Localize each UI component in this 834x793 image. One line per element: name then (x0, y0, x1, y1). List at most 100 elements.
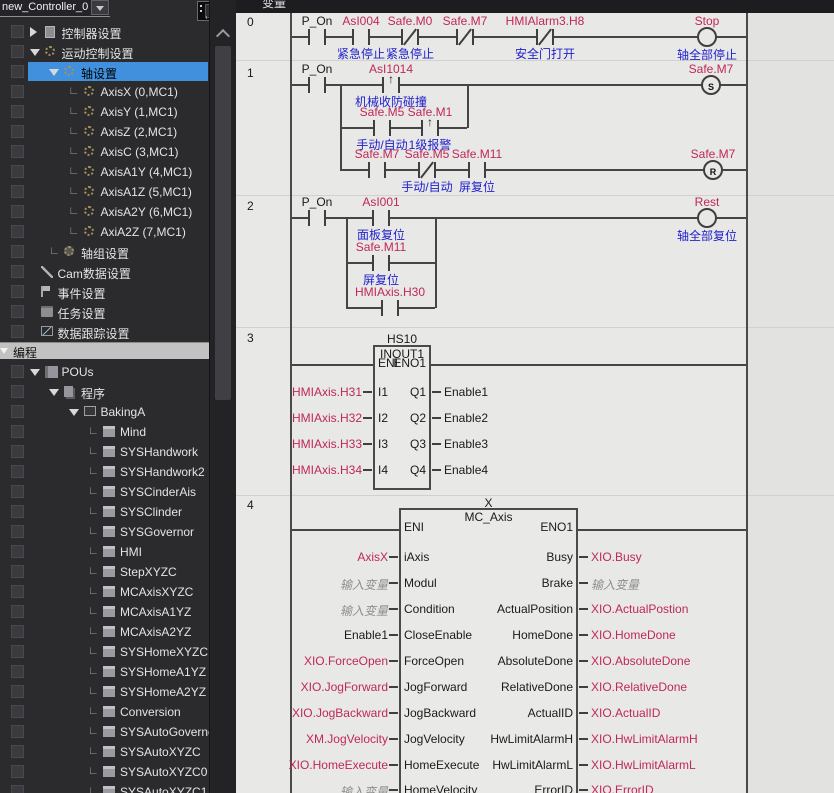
coil-variable-label[interactable]: Rest (695, 195, 720, 209)
tree-item-checkbox[interactable] (11, 285, 24, 298)
contact-variable-label[interactable]: Safe.M11 (452, 147, 502, 161)
tree-item-label[interactable]: MCAxisXYZC (120, 585, 193, 599)
tree-item-label[interactable]: BakingA (101, 405, 146, 419)
tree-item-checkbox[interactable] (11, 25, 24, 38)
tree-item-checkbox[interactable] (11, 385, 24, 398)
contact-variable-label[interactable]: P_On (302, 195, 333, 209)
tree-item-checkbox[interactable] (11, 45, 24, 58)
tree-item-label[interactable]: AxisA2Y (6,MC1) (101, 205, 193, 219)
tree-item-label[interactable]: 运动控制设置 (62, 45, 134, 62)
tree-item-label[interactable]: Conversion (120, 705, 181, 719)
fb-output-variable[interactable]: XIO.ActualPostion (591, 602, 688, 616)
fb-input-variable[interactable]: XM.JogVelocity (306, 732, 388, 746)
contact-variable-label[interactable]: Safe.M5 (405, 147, 450, 161)
contact-variable-label[interactable]: Safe.M5 (360, 105, 405, 119)
fb-output-variable[interactable]: XIO.ActualID (591, 706, 660, 720)
coil-variable-label[interactable]: Stop (695, 14, 720, 28)
tree-item-checkbox[interactable] (11, 485, 24, 498)
fb-output-variable[interactable]: XIO.RelativeDone (591, 680, 687, 694)
tree-item-label[interactable]: SYSGovernor (120, 525, 194, 539)
coil-variable-label[interactable]: Safe.M7 (689, 62, 734, 76)
collapse-down-icon[interactable] (49, 389, 59, 396)
tree-item-label[interactable]: HMI (120, 545, 142, 559)
fb-input-variable[interactable]: HMIAxis.H33 (292, 437, 362, 451)
contact-no[interactable] (373, 120, 391, 136)
contact-no[interactable] (308, 210, 326, 226)
tree-item-label[interactable]: Mind (120, 425, 146, 439)
tree-item-checkbox[interactable] (11, 205, 24, 218)
ladder-canvas[interactable]: 01234P_OnAsI004紧急停止Safe.M0紧急停止Safe.M7HMI… (236, 0, 834, 793)
contact-no[interactable] (368, 162, 386, 178)
contact-no[interactable] (468, 162, 486, 178)
contact-variable-label[interactable]: P_On (302, 14, 333, 28)
tree-item-checkbox[interactable] (11, 545, 24, 558)
fb-input-variable[interactable]: 输入变量 (340, 783, 388, 793)
contact-no[interactable] (308, 77, 326, 93)
fb-output-variable[interactable]: XIO.HwLimitAlarmL (591, 758, 696, 772)
contact-nc[interactable] (456, 29, 474, 45)
tree-item-checkbox[interactable] (11, 65, 24, 78)
tree-item-checkbox[interactable] (11, 265, 24, 278)
tree-item-label[interactable]: SYSAutoGovernor (120, 725, 209, 739)
coil-s[interactable]: S (701, 75, 721, 95)
contact-variable-label[interactable]: AsI001 (362, 195, 399, 209)
tree-item-label[interactable]: SYSAutoXYZC1 (120, 785, 207, 793)
tree-item-checkbox[interactable] (11, 225, 24, 238)
contact-variable-label[interactable]: Safe.M7 (355, 147, 400, 161)
tree-item-checkbox[interactable] (11, 605, 24, 618)
tree-item-label[interactable]: AxisA1Z (5,MC1) (101, 185, 192, 199)
controller-dropdown-button[interactable] (91, 0, 109, 15)
fb-output-variable[interactable]: XIO.HwLimitAlarmH (591, 732, 698, 746)
contact-nc[interactable] (401, 29, 419, 45)
tree-item-label[interactable]: AxiA2Z (7,MC1) (101, 225, 186, 239)
rung-number[interactable]: 1 (247, 66, 254, 80)
tree-item-label[interactable]: 数据跟踪设置 (58, 325, 130, 342)
contact-re[interactable]: ↑ (421, 120, 439, 136)
tree-item-checkbox[interactable] (11, 785, 24, 793)
tree-item-label[interactable]: SYSHomeXYZC (120, 645, 208, 659)
tree-item-label[interactable]: AxisY (1,MC1) (101, 105, 178, 119)
tree-item-checkbox[interactable] (11, 625, 24, 638)
tree-item-checkbox[interactable] (11, 305, 24, 318)
contact-variable-label[interactable]: P_On (302, 62, 333, 76)
tree-item-checkbox[interactable] (11, 745, 24, 758)
tree-item-checkbox[interactable] (11, 105, 24, 118)
tree-item-label[interactable]: SYSAutoXYZC (120, 745, 201, 759)
tree-item-checkbox[interactable] (11, 465, 24, 478)
fb-output-variable[interactable]: Enable3 (444, 437, 488, 451)
contact-no[interactable] (372, 210, 390, 226)
rung-number[interactable]: 4 (247, 498, 254, 512)
tree-item-checkbox[interactable] (11, 645, 24, 658)
tree-item-label[interactable]: MCAxisA1YZ (120, 605, 191, 619)
section-expander-icon[interactable] (0, 348, 8, 354)
tree-item-label[interactable]: SYSHomeA1YZ (120, 665, 206, 679)
fb-input-variable[interactable]: AxisX (357, 550, 388, 564)
tree-item-checkbox[interactable] (11, 185, 24, 198)
contact-no[interactable] (372, 255, 390, 271)
contact-no[interactable] (352, 29, 370, 45)
expand-right-icon[interactable] (30, 27, 37, 37)
contact-variable-label[interactable]: AsI004 (342, 14, 379, 28)
fb-input-variable[interactable]: XIO.ForceOpen (304, 654, 388, 668)
contact-re[interactable]: ↑ (382, 77, 400, 93)
contact-variable-label[interactable]: Safe.M1 (408, 105, 453, 119)
tree-item-label[interactable]: Cam数据设置 (58, 265, 131, 282)
tree-item-label[interactable]: SYSAutoXYZC0 (120, 765, 207, 779)
collapse-down-icon[interactable] (30, 49, 40, 56)
tree-item-checkbox[interactable] (11, 585, 24, 598)
tree-item-checkbox[interactable] (11, 765, 24, 778)
collapse-down-icon[interactable] (30, 369, 40, 376)
fb-output-variable[interactable]: Enable1 (444, 385, 488, 399)
tree-item-checkbox[interactable] (11, 525, 24, 538)
section-header-programming[interactable]: 编程 (0, 342, 209, 359)
sidebar-scrollbar[interactable] (209, 0, 236, 793)
rung-number[interactable]: 3 (247, 331, 254, 345)
tree-item-label[interactable]: AxisZ (2,MC1) (101, 125, 178, 139)
tree-item-label[interactable]: 轴组设置 (81, 245, 129, 262)
contact-variable-label[interactable]: HMIAxis.H30 (355, 285, 425, 299)
tree-item-checkbox[interactable] (11, 125, 24, 138)
fb-input-variable[interactable]: XIO.JogForward (301, 680, 388, 694)
contact-variable-label[interactable]: HMIAlarm3.H8 (506, 14, 585, 28)
fb-output-variable[interactable]: XIO.Busy (591, 550, 642, 564)
coil-r[interactable]: R (703, 160, 723, 180)
